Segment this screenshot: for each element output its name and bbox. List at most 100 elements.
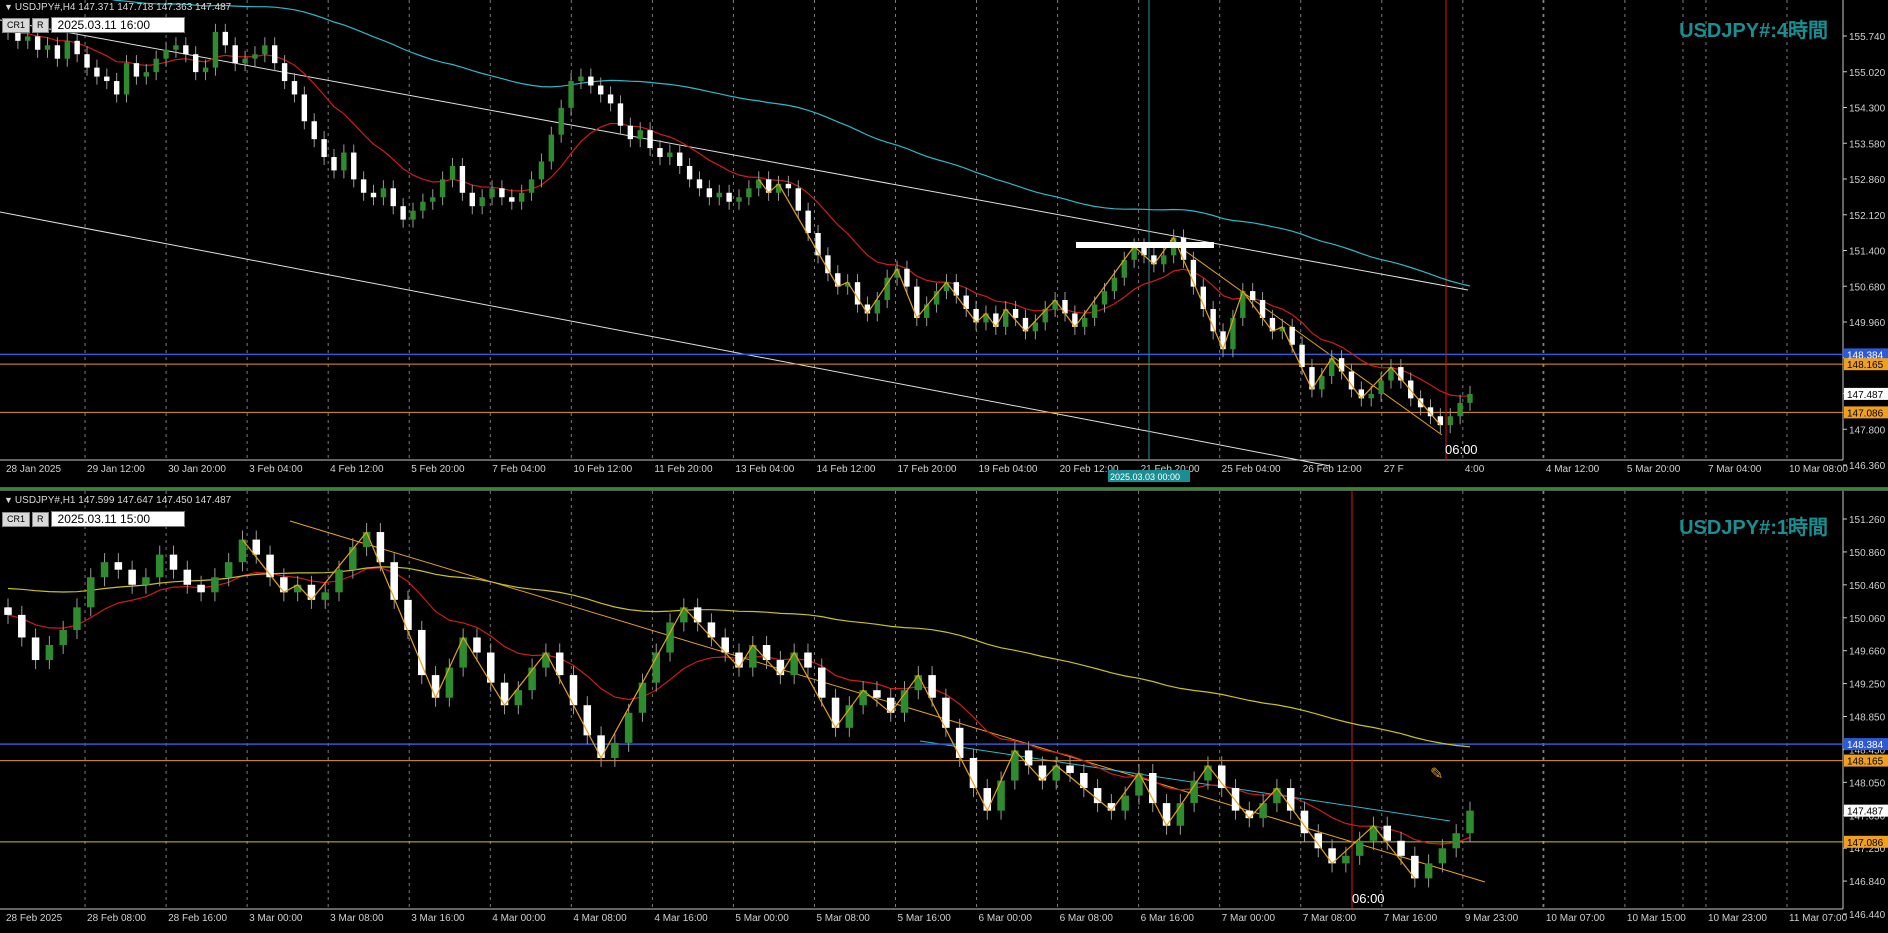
candle-bull [716,192,722,198]
time-axis-label: 9 Mar 23:00 [1465,913,1519,924]
candle-bear [183,45,189,55]
price-axis-label: 152.860 [1849,175,1886,186]
candle-bear [1383,825,1392,841]
candle-bear [983,788,992,811]
candle-bear [627,125,634,140]
candle-bear [686,165,693,180]
time-axis-label: 5 Mar 20:00 [1627,464,1681,475]
candle-bear [1012,308,1019,318]
candle-bull [143,72,149,77]
candle-bear [169,554,178,570]
candle-bear [696,179,703,189]
candle-bear [400,206,406,220]
candle-bull [242,58,248,64]
time-axis-label: 28 Feb 2025 [6,913,63,924]
time-axis-label: 11 Mar 07:00 [1789,913,1848,924]
h4-r-button[interactable]: R [32,17,49,33]
candle-bear [785,183,792,189]
time-axis-label: 10 Mar 15:00 [1627,913,1686,924]
candle-bull [163,49,169,59]
candle-bull [528,179,535,193]
candle-bull [86,577,95,608]
h1-chart-canvas[interactable]: 28 Feb 2025 28 Feb 08:00 28 Feb 16:00 3 Mar… [0,491,1888,933]
time-axis-label: 19 Feb 04:00 [979,464,1038,475]
price-axis-label: 146.440 [1849,910,1886,921]
h1-chart-header: ▼ USDJPY#,H1 147.599 147.647 147.450 147.… [4,495,231,506]
dropdown-triangle-icon[interactable]: ▼ [4,2,13,12]
candle-bear [4,607,12,615]
time-axis-label: 28 Jan 2025 [6,464,61,475]
candle-bull [59,629,67,645]
candle-bull [439,179,446,198]
candle-bull [142,577,150,585]
price-axis-label: 151.260 [1849,515,1886,526]
candle-bull [100,562,109,578]
h1-pane-title: USDJPY#:1時間 [1679,517,1828,539]
time-axis-label: 7 Mar 08:00 [1303,913,1357,924]
price-axis-label: 153.580 [1849,139,1886,150]
candle-bear [281,63,288,82]
candle-bull [1091,304,1098,318]
time-axis-label: 4 Mar 00:00 [492,913,546,924]
candle-bear [18,614,26,638]
h4-chart-canvas[interactable]: 28 Jan 2025 29 Jan 12:00 30 Jan 20:00 3 Feb… [0,0,1888,487]
candle-bull [262,45,268,55]
candle-bull [518,192,525,202]
price-axis-label: 150.060 [1849,614,1886,625]
candle-bull [1368,393,1374,399]
trend-line [1169,239,1443,436]
h1-cr-button[interactable]: CR1 [2,511,31,527]
candle-bear [904,268,910,287]
candle-bear [321,139,327,158]
candle-bear [133,63,140,77]
candle-bear [104,76,110,82]
time-axis-label: 10 Mar 23:00 [1708,913,1767,924]
candle-bear [1289,326,1295,345]
candle-bull [211,577,219,593]
dropdown-triangle-icon[interactable]: ▼ [4,495,13,505]
time-axis-label: 13 Feb 04:00 [735,464,794,475]
candle-bull [538,161,545,180]
price-label-blue: 148.384 [1847,740,1884,751]
candle-bull [611,742,619,758]
candle-bull [449,165,456,180]
candle-bear [469,192,475,207]
candle-bear [459,165,466,193]
candle-bull [489,188,495,198]
candle-bull [1319,376,1325,390]
candle-bear [509,197,515,202]
time-axis-label: 26 Feb 12:00 [1303,464,1362,475]
candle-bear [817,667,826,698]
h4-chart-pane[interactable]: 28 Jan 2025 29 Jan 12:00 30 Jan 20:00 3 Feb… [0,0,1888,487]
h4-cr-button[interactable]: CR1 [2,17,31,33]
candle-bear [34,36,41,50]
price-label-current: 147.487 [1847,390,1884,401]
h1-time-field[interactable]: 2025.03.11 15:00 [50,511,185,527]
price-axis-label: 152.120 [1849,211,1886,222]
candle-bear [835,273,841,287]
candle-bull [756,179,762,189]
candle-bull [1204,765,1212,781]
candle-bear [607,94,614,104]
h4-pane-title: USDJPY#:4時間 [1679,20,1828,42]
candle-bull [479,197,485,207]
candle-bear [197,584,205,593]
candle-bear [390,188,396,207]
price-axis-label: 150.680 [1849,282,1886,293]
h4-time-field[interactable]: 2025.03.11 16:00 [50,17,185,33]
time-axis-label: 17 Feb 20:00 [898,464,957,475]
h1-chart-pane[interactable]: 28 Feb 2025 28 Feb 08:00 28 Feb 16:00 3 Mar… [0,491,1888,933]
candle-bull [410,210,416,220]
candle-bull [173,45,179,50]
candle-bear [351,152,357,180]
candle-bear [1220,331,1226,350]
price-axis-label: 150.860 [1849,548,1886,559]
candle-bear [588,76,594,86]
h1-r-button[interactable]: R [32,511,49,527]
price-axis-label: 150.460 [1849,581,1886,592]
price-axis-label: 151.400 [1849,247,1886,258]
candle-bull [624,712,633,743]
candle-bear [928,675,936,698]
resistance-bar [1076,242,1214,248]
candle-bull [568,81,574,108]
